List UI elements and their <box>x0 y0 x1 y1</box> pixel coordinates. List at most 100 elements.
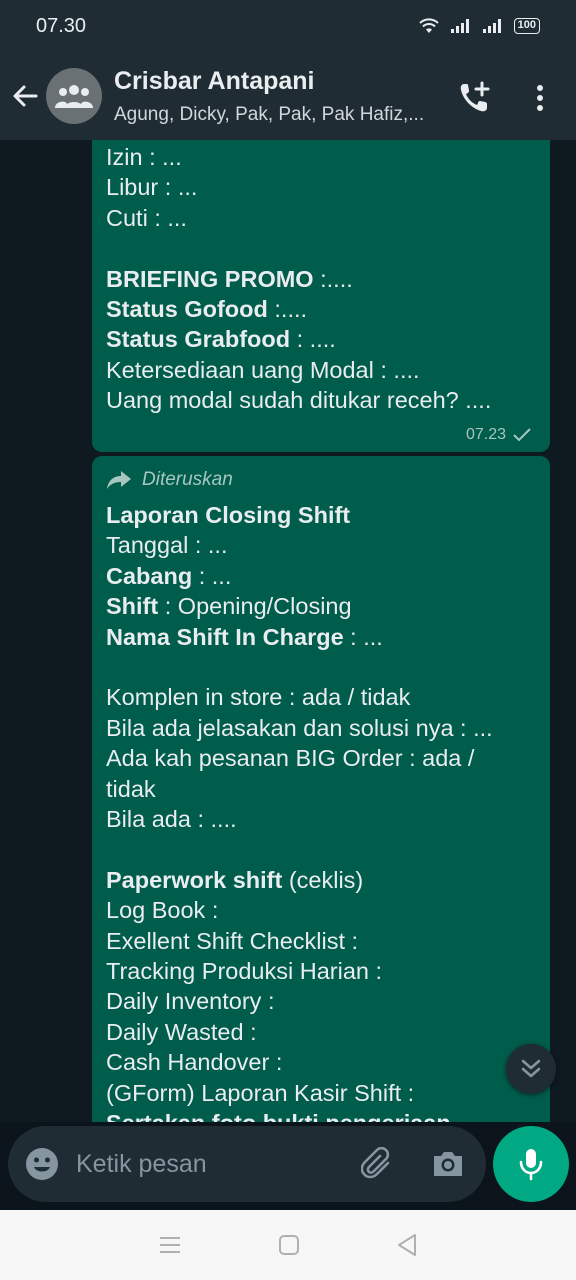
message-line-text: (ceklis) <box>282 866 364 893</box>
message-line: Libur : ... <box>106 172 536 202</box>
back-nav-icon[interactable] <box>396 1233 418 1257</box>
message-line-text: Log Book : <box>106 897 219 924</box>
back-button[interactable] <box>0 52 50 140</box>
message-input[interactable] <box>76 1149 326 1179</box>
message-line-text: tidak <box>106 775 156 802</box>
message-line-bold: Laporan Closing Shift <box>106 502 351 528</box>
message-line <box>106 834 536 864</box>
message-line-bold: Status Grabfood <box>106 326 291 353</box>
emoji-icon <box>26 1148 58 1180</box>
camera-button[interactable] <box>428 1144 468 1184</box>
message-line-text: Cuti : ... <box>106 204 187 231</box>
message-line-bold: Nama Shift In Charge <box>106 623 344 650</box>
message-line-text: Bila ada jelasakan dan solusi nya : ... <box>106 714 493 741</box>
camera-icon <box>434 1152 462 1176</box>
message-line: Status Grabfood : .... <box>106 324 536 354</box>
message-line-text: :.... <box>313 265 353 292</box>
message-time: 07.23 <box>465 426 506 443</box>
voice-record-button[interactable] <box>493 1126 569 1202</box>
message-bubble[interactable]: Izin : ... Libur : ... Cuti : ... BRIEFING … <box>92 140 550 452</box>
forwarded-label: Diteruskan <box>142 469 233 490</box>
message-line: Daily Wasted : <box>106 1017 536 1047</box>
message-line: Status Gofood :.... <box>106 294 536 324</box>
more-options-button[interactable] <box>522 78 558 118</box>
home-icon[interactable] <box>278 1234 300 1256</box>
signal-icon <box>450 19 469 33</box>
message-line-bold: Status Gofood <box>106 296 268 323</box>
message-line: Ketersediaan uang Modal : .... <box>106 355 536 385</box>
system-nav-bar <box>0 1210 576 1280</box>
chat-title: Crisbar Antapani <box>114 66 315 95</box>
group-avatar[interactable] <box>46 68 102 124</box>
message-line-text: Uang modal sudah ditukar receh? .... <box>106 387 492 414</box>
message-line-text: Libur : ... <box>106 174 198 201</box>
message-line-text: Daily Wasted : <box>106 1018 257 1045</box>
forward-arrow-icon <box>107 471 131 489</box>
chat-title-block[interactable]: Crisbar Antapani Agung, Dicky, Pak, Pak,… <box>114 67 444 126</box>
message-line-bold: Cabang <box>106 562 193 589</box>
scroll-to-bottom-button[interactable] <box>506 1044 556 1094</box>
status-bar: 07.30 100 <box>0 0 576 52</box>
double-chevron-down-icon <box>521 1059 541 1078</box>
message-line: Bila ada : .... <box>106 804 536 834</box>
message-line-text: Exellent Shift Checklist : <box>106 927 359 954</box>
message-text: Laporan Closing Shift Tanggal : ... Cabang… <box>106 500 536 1122</box>
message-line-text: : Opening/Closing <box>158 593 352 620</box>
arrow-left-icon <box>13 85 38 107</box>
paperclip-icon <box>361 1147 390 1179</box>
message-line-text: Ada kah pesanan BIG Order : ada / <box>106 745 475 772</box>
message-line-text: Izin : ... <box>106 144 182 170</box>
message-line-text: Bila ada : .... <box>106 806 237 833</box>
wifi-icon <box>418 18 439 33</box>
message-line: Uang modal sudah ditukar receh? .... <box>106 385 536 415</box>
message-line: Cuti : ... <box>106 203 536 233</box>
message-line: (GForm) Laporan Kasir Shift : <box>106 1078 536 1108</box>
add-call-button[interactable] <box>454 78 494 118</box>
message-line-text: Daily Inventory : <box>106 988 275 1015</box>
chat-area[interactable]: Izin : ... Libur : ... Cuti : ... BRIEFING … <box>0 140 576 1122</box>
add-call-icon <box>460 81 490 112</box>
message-line-text: Komplen in store : ada / tidak <box>106 684 411 711</box>
message-line-bold: Paperwork shift <box>106 866 283 893</box>
message-line-text: Cash Handover : <box>106 1049 283 1076</box>
message-line: Shift : Opening/Closing <box>106 591 536 621</box>
message-composer <box>8 1126 486 1202</box>
message-line: Cash Handover : <box>106 1047 536 1077</box>
message-line-text: (GForm) Laporan Kasir Shift : <box>106 1079 415 1106</box>
message-line: BRIEFING PROMO :.... <box>106 264 536 294</box>
message-line: Nama Shift In Charge : ... <box>106 622 536 652</box>
message-line: Daily Inventory : <box>106 986 536 1016</box>
chat-participants: Agung, Dicky, Pak, Pak, Pak Hafiz,... <box>114 103 425 125</box>
message-line-text: : ... <box>192 562 232 589</box>
message-text: Izin : ... Libur : ... Cuti : ... BRIEFING … <box>106 140 536 416</box>
message-line <box>106 233 536 263</box>
check-icon <box>513 428 531 442</box>
message-line: Laporan Closing Shift <box>106 500 536 530</box>
message-bubble[interactable]: Diteruskan Laporan Closing Shift Tanggal … <box>92 456 550 1122</box>
message-line: Log Book : <box>106 895 536 925</box>
message-line: Sertakan foto bukti pengerjaan <box>106 1108 536 1122</box>
message-line-text: : .... <box>290 326 336 353</box>
emoji-button[interactable] <box>22 1144 62 1184</box>
attach-button[interactable] <box>358 1144 398 1184</box>
status-time: 07.30 <box>36 14 87 37</box>
chat-header: Crisbar Antapani Agung, Dicky, Pak, Pak,… <box>0 52 576 140</box>
message-line-text: : ... <box>343 623 383 650</box>
message-line-text: Ketersediaan uang Modal : .... <box>106 356 420 383</box>
recent-apps-icon[interactable] <box>158 1235 182 1255</box>
message-line-bold: Shift <box>106 593 159 620</box>
message-line-text: :.... <box>267 296 308 323</box>
message-line: Paperwork shift (ceklis) <box>106 865 536 895</box>
message-line: Exellent Shift Checklist : <box>106 926 536 956</box>
message-line: Tanggal : ... <box>106 530 536 560</box>
message-line: Ada kah pesanan BIG Order : ada / <box>106 743 536 773</box>
message-line-bold: BRIEFING PROMO <box>106 265 314 292</box>
message-line: Izin : ... <box>106 142 536 172</box>
message-meta: 07.23 <box>466 426 532 444</box>
message-line-text: Tracking Produksi Harian : <box>106 958 383 985</box>
message-line: Tracking Produksi Harian : <box>106 956 536 986</box>
message-line <box>106 652 536 682</box>
more-vertical-icon <box>537 85 543 111</box>
message-line: tidak <box>106 774 536 804</box>
status-icons: 100 <box>418 17 540 35</box>
